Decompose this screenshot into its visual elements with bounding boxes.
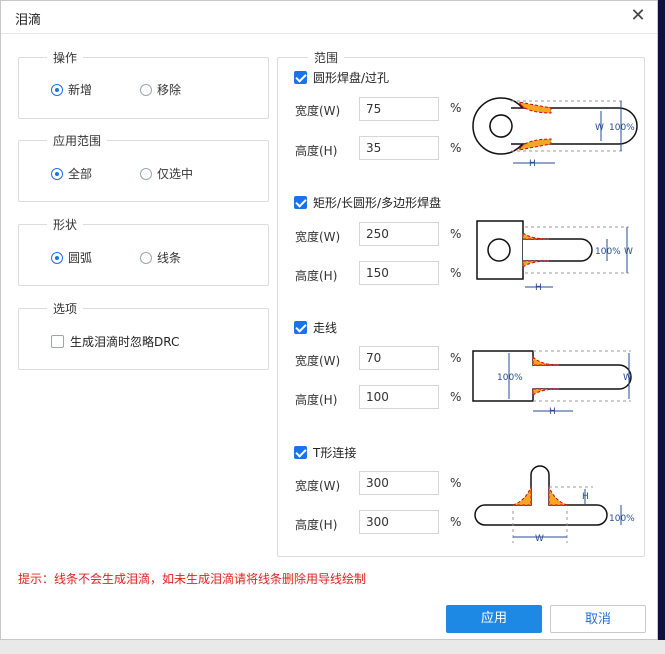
rect-pad-height-percent: % [450,266,462,280]
track-height-label: 高度(H) [295,393,338,407]
t-junction-width-input[interactable]: 300 [359,471,439,495]
radio-add[interactable]: 新增 [51,81,92,98]
radio-line-indicator [140,251,152,264]
ignore-drc-checkbox-box [51,335,64,348]
radio-arc[interactable]: 圆弧 [51,249,92,266]
t-junction-height-input[interactable]: 300 [359,510,439,534]
radio-remove-indicator [140,83,152,96]
rect-pad-checkbox-box [294,196,307,209]
t-junction-diagram: H 100% W [474,465,635,544]
radio-all[interactable]: 全部 [51,165,92,182]
ignore-drc-label: 生成泪滴时忽略DRC [70,335,180,349]
round-pad-checkbox-box [294,71,307,84]
ignore-drc-checkbox[interactable]: 生成泪滴时忽略DRC [51,333,179,350]
close-icon[interactable]: ✕ [627,5,649,27]
round-pad-width-percent: % [450,101,462,115]
rect-pad-height-input[interactable]: 150 [359,261,439,285]
radio-arc-label: 圆弧 [68,251,93,265]
t-junction-height-label: 高度(H) [295,518,338,532]
round-pad-width-label: 宽度(W) [295,104,341,118]
t-junction-w-label: W [535,534,544,544]
track-height-percent: % [450,390,462,404]
round-pad-label: 圆形焊盘/过孔 [313,71,390,85]
radio-selected-only-indicator [140,167,152,180]
radio-remove[interactable]: 移除 [140,81,181,98]
round-pad-100-label: 100% [609,123,635,133]
hint-text: 提示：线条不会生成泪滴，如未生成泪滴请将线条删除用导线绘制 [18,572,367,586]
rect-pad-100-label: 100% [595,247,621,257]
t-junction-h-label: H [582,492,589,502]
radio-selected-only-label: 仅选中 [157,167,194,181]
round-pad-height-label: 高度(H) [295,144,338,158]
round-pad-checkbox[interactable]: 圆形焊盘/过孔 [294,69,389,86]
rect-pad-w-label: W [624,247,633,257]
track-width-input[interactable]: 70 [359,346,439,370]
rect-pad-diagram: 100% W H [476,220,633,293]
radio-add-indicator [51,83,63,96]
options-legend: 选项 [53,302,78,316]
track-width-label: 宽度(W) [295,354,341,368]
track-diagram: 100% W H [472,350,632,417]
radio-all-label: 全部 [68,167,93,181]
t-junction-100-label: 100% [609,514,635,524]
rect-pad-h-label: H [535,283,542,293]
cancel-button[interactable]: 取消 [550,605,646,633]
track-100-label: 100% [497,373,523,383]
radio-remove-label: 移除 [157,83,182,97]
scope-legend: 应用范围 [53,134,102,148]
radio-arc-indicator [51,251,63,264]
t-junction-width-percent: % [450,476,462,490]
radio-line[interactable]: 线条 [140,249,181,266]
track-label: 走线 [313,321,338,335]
track-checkbox[interactable]: 走线 [294,319,337,336]
track-width-percent: % [450,351,462,365]
dialog-title: 泪滴 [15,13,42,28]
track-checkbox-box [294,321,307,334]
radio-selected-only[interactable]: 仅选中 [140,165,193,182]
radio-all-indicator [51,167,63,180]
t-junction-checkbox[interactable]: T形连接 [294,444,356,461]
rect-pad-width-label: 宽度(W) [295,230,341,244]
operation-legend: 操作 [53,51,78,65]
title-bar: 泪滴 ✕ [1,1,657,34]
t-junction-checkbox-box [294,446,307,459]
rect-pad-label: 矩形/长圆形/多边形焊盘 [313,196,442,210]
background-table-row [0,640,665,654]
round-pad-w-label: W [595,123,604,133]
track-height-input[interactable]: 100 [359,385,439,409]
t-junction-label: T形连接 [313,446,357,460]
range-legend: 范围 [314,51,339,65]
round-pad-h-label: H [529,159,536,169]
t-junction-height-percent: % [450,515,462,529]
shape-legend: 形状 [53,218,78,232]
apply-button[interactable]: 应用 [446,605,542,633]
rect-pad-width-input[interactable]: 250 [359,222,439,246]
rect-pad-checkbox[interactable]: 矩形/长圆形/多边形焊盘 [294,194,441,211]
track-h-label: H [549,407,556,417]
round-pad-height-input[interactable]: 35 [359,136,439,160]
radio-add-label: 新增 [68,83,93,97]
round-pad-height-percent: % [450,141,462,155]
rect-pad-height-label: 高度(H) [295,269,338,283]
round-pad-width-input[interactable]: 75 [359,97,439,121]
radio-line-label: 线条 [157,251,182,265]
rect-pad-width-percent: % [450,227,462,241]
round-pad-diagram: W 100% H [472,97,638,169]
t-junction-width-label: 宽度(W) [295,479,341,493]
track-w-label: W [623,373,632,383]
teardrop-dialog: 泪滴 ✕ 操作 新增 移除 应用范围 全部 仅选中 形状 圆弧 线条 选项 生成… [0,0,658,640]
